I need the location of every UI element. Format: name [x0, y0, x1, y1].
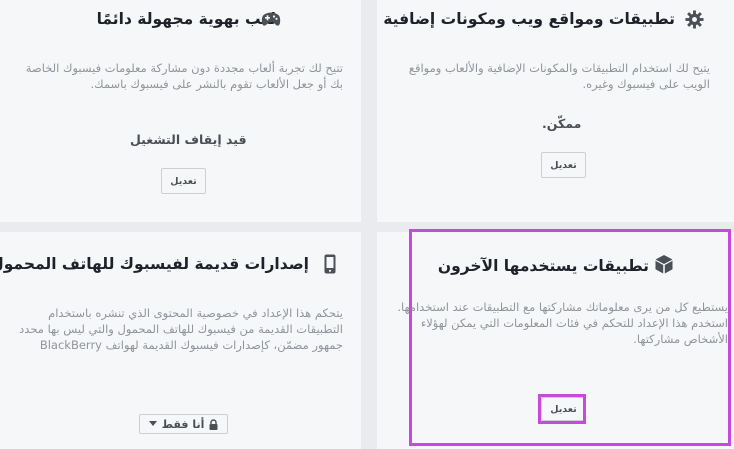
games-status: قيد إيقاف التشغيل: [130, 132, 247, 147]
games-title: لعب بهوية مجهولة دائمًا: [96, 10, 276, 28]
audience-selector-label: أنا فقط: [161, 417, 205, 431]
legacy-description: يتحكم هذا الإعداد في خصوصية المحتوى الذي…: [19, 306, 343, 352]
apps-status: ممكّن.: [542, 116, 582, 131]
games-edit-button[interactable]: تعديل: [161, 168, 206, 194]
box-icon: [655, 255, 673, 274]
others-title: تطبيقات يستخدمها الآخرون: [437, 257, 649, 275]
legacy-mobile-card: إصدارات قديمة لفيسبوك للهاتف المحمول يتح…: [0, 232, 361, 449]
gear-icon: [685, 10, 704, 29]
apps-others-use-card: تطبيقات يستخدمها الآخرون يستطيع كل من ير…: [377, 232, 734, 449]
apps-description: يتيح لك استخدام التطبيقات والمكونات الإض…: [408, 61, 710, 91]
apps-title: تطبيقات ومواقع ويب ومكونات إضافية: [383, 10, 675, 28]
lock-icon: [209, 418, 218, 430]
caret-down-icon: [148, 421, 157, 426]
legacy-title: إصدارات قديمة لفيسبوك للهاتف المحمول: [0, 255, 309, 273]
others-description: يستطيع كل من يرى معلوماتك مشاركتها مع ال…: [397, 300, 728, 346]
mobile-phone-icon: [324, 254, 336, 274]
others-edit-button[interactable]: تعديل: [541, 397, 586, 421]
games-card: لعب بهوية مجهولة دائمًا تتيح لك تجربة أل…: [0, 0, 361, 222]
audience-selector-button[interactable]: أنا فقط: [139, 414, 228, 434]
apps-card: تطبيقات ومواقع ويب ومكونات إضافية يتيح ل…: [377, 0, 734, 222]
games-description: تتيح لك تجربة ألعاب مجددة دون مشاركة معل…: [25, 61, 343, 91]
gamepad-icon: [261, 12, 281, 26]
apps-edit-button[interactable]: تعديل: [541, 152, 586, 178]
